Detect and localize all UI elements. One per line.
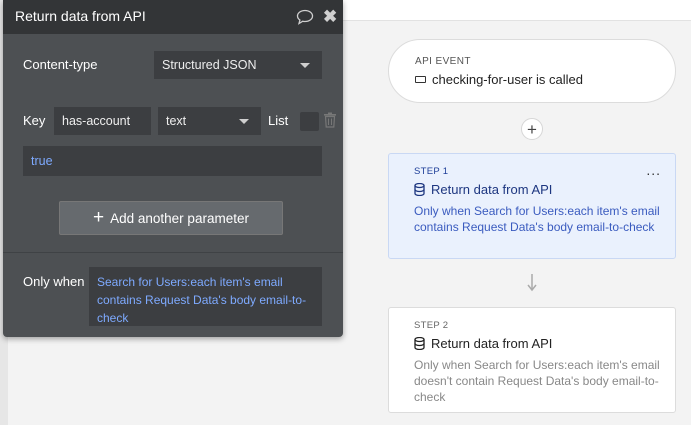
type-select[interactable]: text (158, 107, 261, 135)
step-1-caption: STEP 1 (414, 166, 449, 177)
database-icon (414, 337, 425, 350)
comment-icon[interactable] (296, 9, 314, 25)
event-title-row: checking-for-user is called (415, 72, 583, 87)
divider (3, 252, 343, 253)
keyboard-icon (415, 76, 426, 83)
step-2-caption: STEP 2 (414, 320, 449, 331)
content-type-label: Content-type (23, 57, 98, 72)
chevron-down-icon (300, 63, 310, 68)
step-2-description: Only when Search for Users:each item's e… (414, 358, 660, 404)
step-1-title-row: Return data from API (414, 182, 552, 197)
key-label: Key (23, 113, 46, 128)
step-1-title: Return data from API (431, 182, 553, 197)
step-2-title: Return data from API (431, 336, 553, 351)
panel-title: Return data from API (15, 8, 146, 24)
key-input[interactable]: has-account (54, 107, 151, 135)
add-step-button[interactable]: + (521, 118, 543, 140)
step-2-card[interactable]: STEP 2 Return data from API Only when Se… (388, 307, 676, 413)
action-property-panel: Return data from API ✖ Content-type Stru… (3, 0, 343, 337)
plus-icon: + (93, 206, 105, 228)
only-when-label: Only when (23, 274, 85, 289)
arrow-down-icon (527, 274, 537, 292)
add-parameter-button[interactable]: + Add another parameter (59, 201, 283, 235)
step-1-description: Only when Search for Users:each item's e… (414, 204, 660, 234)
step-1-menu-icon[interactable]: ... (646, 162, 661, 178)
key-value: has-account (62, 114, 131, 128)
event-caption: API EVENT (415, 56, 471, 67)
type-value: text (166, 114, 187, 128)
api-event-card[interactable]: API EVENT checking-for-user is called (388, 39, 676, 103)
content-type-value: Structured JSON (162, 58, 257, 72)
database-icon (414, 183, 425, 196)
value-input[interactable]: true (23, 146, 322, 176)
list-checkbox[interactable] (300, 112, 319, 131)
event-title: checking-for-user is called (432, 72, 584, 87)
panel-header: Return data from API ✖ (3, 0, 343, 34)
step-1-card[interactable]: STEP 1 ... Return data from API Only whe… (388, 153, 676, 259)
value-text: true (31, 154, 53, 168)
add-parameter-label: Add another parameter (110, 210, 249, 226)
trash-icon[interactable] (323, 112, 337, 128)
chevron-down-icon (239, 119, 249, 124)
only-when-condition-input[interactable]: Search for Users:each item's email conta… (89, 267, 322, 326)
content-type-select[interactable]: Structured JSON (154, 51, 322, 79)
step-2-title-row: Return data from API (414, 336, 552, 351)
list-label: List (268, 113, 289, 128)
close-icon[interactable]: ✖ (323, 8, 337, 25)
